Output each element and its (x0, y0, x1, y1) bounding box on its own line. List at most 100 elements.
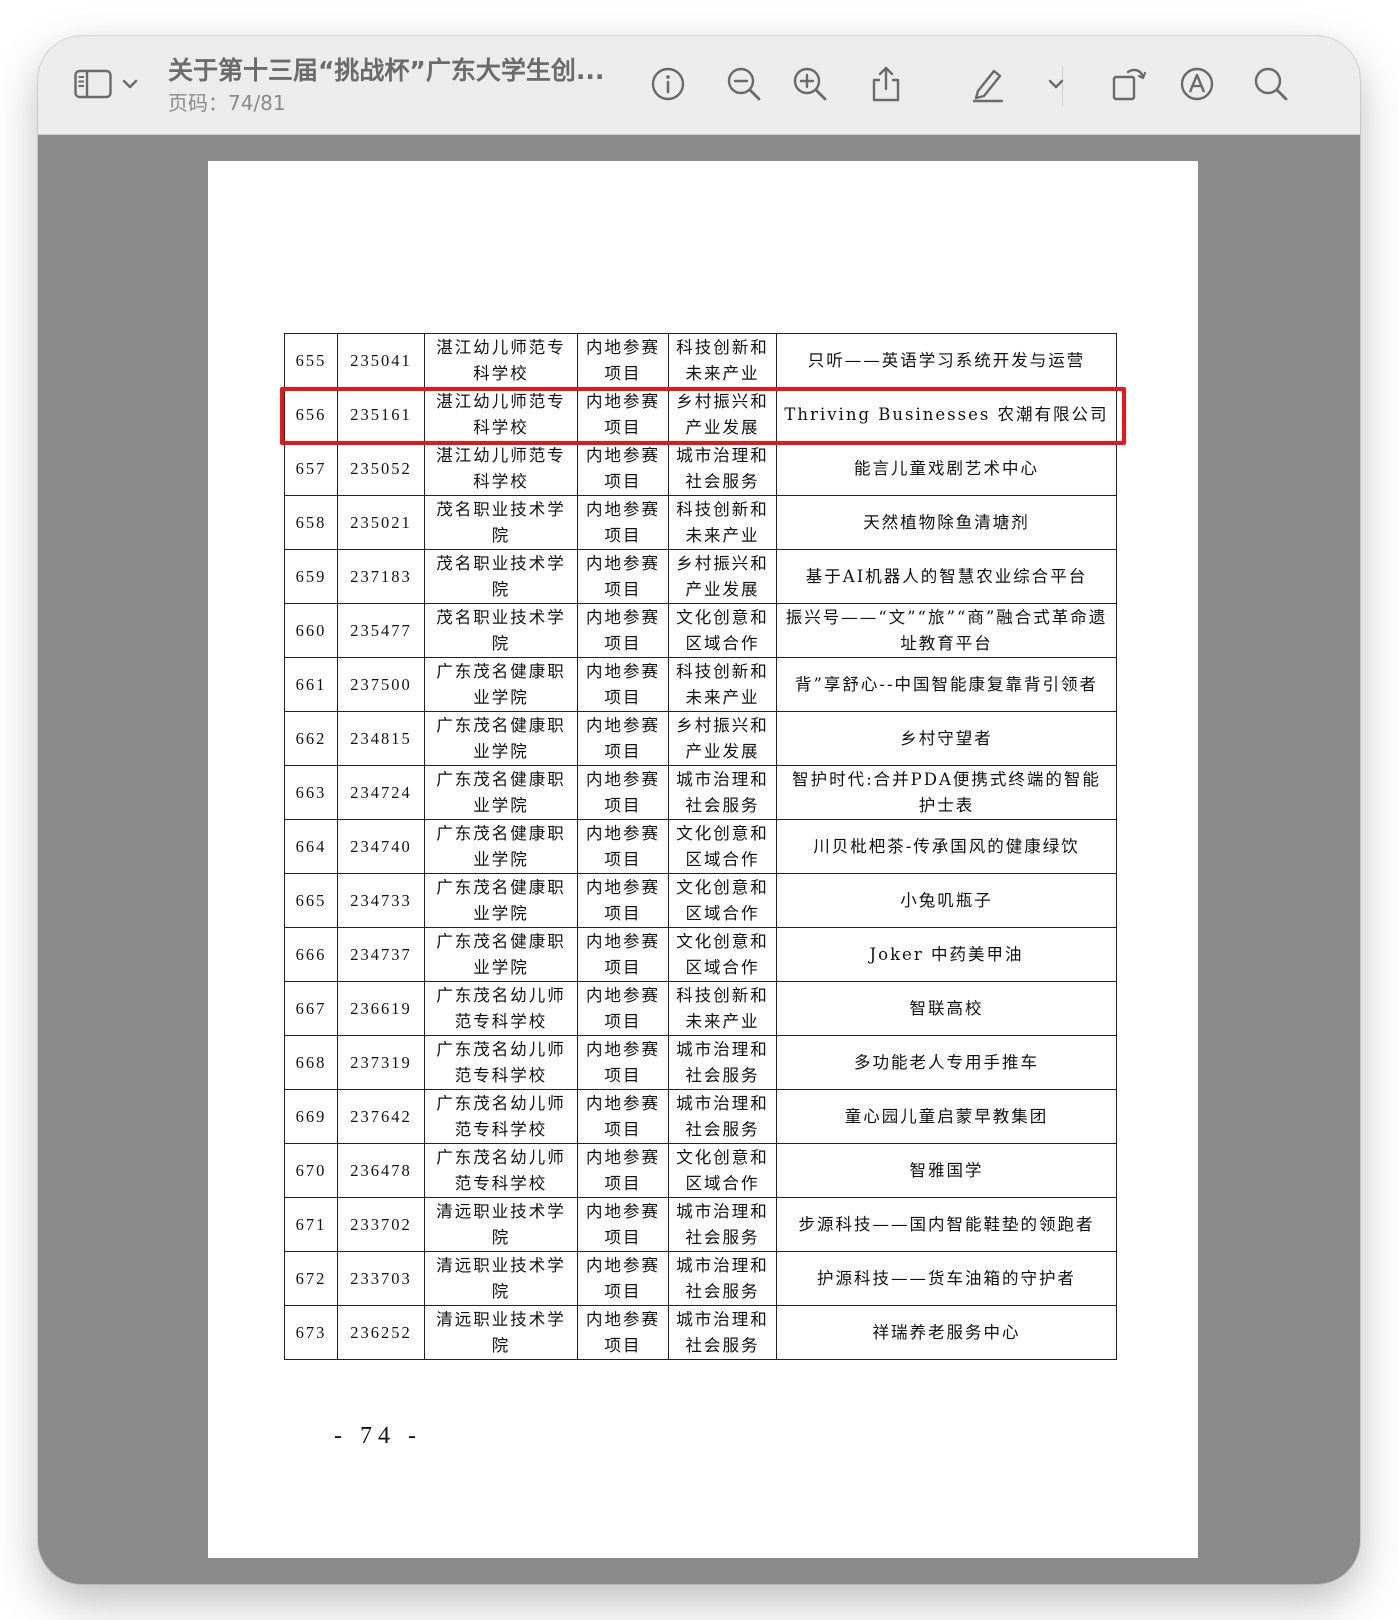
cell-no: 663 (284, 765, 338, 820)
table-row: 655 235041 湛江幼儿师范专科学校 内地参赛项目 科技创新和未来产业 只听——英语… (284, 333, 1117, 388)
cell-code: 235161 (337, 387, 425, 442)
sidebar-icon[interactable] (74, 64, 112, 104)
table-row: 665 234733 广东茂名健康职业学院 内地参赛项目 文化创意和区域合作 小兔叽瓶子 (284, 873, 1117, 928)
cell-school: 清远职业技术学院 (424, 1197, 578, 1252)
cell-code: 234724 (337, 765, 425, 820)
cell-no: 657 (284, 441, 338, 496)
cell-school: 茂名职业技术学院 (424, 603, 578, 658)
cell-no: 656 (284, 387, 338, 442)
cell-project: 振兴号——“文”“旅”“商”融合式革命遗址教育平台 (776, 603, 1117, 658)
cell-school: 茂名职业技术学院 (424, 495, 578, 550)
cell-no: 665 (284, 873, 338, 928)
cell-track: 科技创新和未来产业 (668, 495, 777, 550)
cell-track: 文化创意和区域合作 (668, 927, 777, 982)
cell-code: 237500 (337, 657, 425, 712)
cell-project: 乡村守望者 (776, 711, 1117, 766)
cell-track: 乡村振兴和产业发展 (668, 387, 777, 442)
cell-no: 660 (284, 603, 338, 658)
cell-school: 广东茂名健康职业学院 (424, 765, 578, 820)
cell-project: 童心园儿童启蒙早教集团 (776, 1089, 1117, 1144)
cell-project: Joker 中药美甲油 (776, 927, 1117, 982)
cell-code: 237319 (337, 1035, 425, 1090)
cell-school: 广东茂名健康职业学院 (424, 711, 578, 766)
cell-track: 乡村振兴和产业发展 (668, 711, 777, 766)
cell-track: 城市治理和社会服务 (668, 765, 777, 820)
highlight-pen-icon[interactable] (970, 64, 1006, 104)
table-row: 669 237642 广东茂名幼儿师范专科学校 内地参赛项目 城市治理和社会服务 童心园儿… (284, 1089, 1117, 1144)
cell-project: 多功能老人专用手推车 (776, 1035, 1117, 1090)
cell-type: 内地参赛项目 (577, 981, 669, 1036)
cell-school: 清远职业技术学院 (424, 1251, 578, 1306)
cell-school: 清远职业技术学院 (424, 1305, 578, 1360)
cell-no: 667 (284, 981, 338, 1036)
cell-no: 666 (284, 927, 338, 982)
cell-type: 内地参赛项目 (577, 1089, 669, 1144)
cell-code: 234740 (337, 819, 425, 874)
cell-code: 236478 (337, 1143, 425, 1198)
cell-type: 内地参赛项目 (577, 819, 669, 874)
cell-track: 乡村振兴和产业发展 (668, 549, 777, 604)
markup-icon[interactable] (1178, 64, 1216, 104)
cell-school: 广东茂名幼儿师范专科学校 (424, 1035, 578, 1090)
cell-school: 广东茂名健康职业学院 (424, 927, 578, 982)
info-icon[interactable] (648, 64, 688, 104)
document-page: 655 235041 湛江幼儿师范专科学校 内地参赛项目 科技创新和未来产业 只听——英语… (208, 161, 1198, 1558)
cell-school: 广东茂名幼儿师范专科学校 (424, 981, 578, 1036)
cell-project: 智护时代:合并PDA便携式终端的智能护士表 (776, 765, 1117, 820)
cell-type: 内地参赛项目 (577, 1197, 669, 1252)
cell-project: 背”享舒心--中国智能康复靠背引领者 (776, 657, 1117, 712)
cell-no: 664 (284, 819, 338, 874)
cell-track: 城市治理和社会服务 (668, 1251, 777, 1306)
cell-type: 内地参赛项目 (577, 873, 669, 928)
cell-no: 662 (284, 711, 338, 766)
cell-school: 广东茂名健康职业学院 (424, 657, 578, 712)
table-row: 662 234815 广东茂名健康职业学院 内地参赛项目 乡村振兴和产业发展 乡村守望者 (284, 711, 1117, 766)
cell-type: 内地参赛项目 (577, 927, 669, 982)
title-block: 关于第十三届“挑战杯”广东大学生创... 页码：74/81 (168, 54, 628, 116)
cell-code: 235052 (337, 441, 425, 496)
cell-school: 广东茂名健康职业学院 (424, 819, 578, 874)
cell-track: 城市治理和社会服务 (668, 1305, 777, 1360)
zoom-out-icon[interactable] (724, 64, 764, 104)
cell-code: 233703 (337, 1251, 425, 1306)
cell-code: 237642 (337, 1089, 425, 1144)
cell-school: 湛江幼儿师范专科学校 (424, 387, 578, 442)
cell-track: 文化创意和区域合作 (668, 603, 777, 658)
cell-type: 内地参赛项目 (577, 765, 669, 820)
document-title: 关于第十三届“挑战杯”广东大学生创... (168, 56, 605, 85)
cell-type: 内地参赛项目 (577, 1251, 669, 1306)
table-row: 666 234737 广东茂名健康职业学院 内地参赛项目 文化创意和区域合作 Joker … (284, 927, 1117, 982)
zoom-in-icon[interactable] (790, 64, 830, 104)
cell-school: 湛江幼儿师范专科学校 (424, 441, 578, 496)
cell-project: 能言儿童戏剧艺术中心 (776, 441, 1117, 496)
cell-track: 城市治理和社会服务 (668, 1089, 777, 1144)
cell-type: 内地参赛项目 (577, 333, 669, 388)
cell-type: 内地参赛项目 (577, 657, 669, 712)
page-indicator: 页码：74/81 (168, 91, 286, 115)
cell-track: 文化创意和区域合作 (668, 873, 777, 928)
table-row: 667 236619 广东茂名幼儿师范专科学校 内地参赛项目 科技创新和未来产业 智联高校 (284, 981, 1117, 1036)
cell-no: 669 (284, 1089, 338, 1144)
share-icon[interactable] (868, 64, 904, 104)
cell-project: Thriving Businesses 农潮有限公司 (776, 387, 1117, 442)
search-icon[interactable] (1252, 64, 1290, 104)
cell-project: 小兔叽瓶子 (776, 873, 1117, 928)
table-row: 671 233702 清远职业技术学院 内地参赛项目 城市治理和社会服务 步源科技——国内… (284, 1197, 1117, 1252)
page-number: - 74 - (334, 1423, 422, 1449)
cell-type: 内地参赛项目 (577, 387, 669, 442)
cell-project: 只听——英语学习系统开发与运营 (776, 333, 1117, 388)
chevron-down-icon[interactable] (1046, 64, 1066, 104)
cell-project: 护源科技——货车油箱的守护者 (776, 1251, 1117, 1306)
table-row: 673 236252 清远职业技术学院 内地参赛项目 城市治理和社会服务 祥瑞养老服务中心 (284, 1305, 1117, 1360)
table-row: 672 233703 清远职业技术学院 内地参赛项目 城市治理和社会服务 护源科技——货车… (284, 1251, 1117, 1306)
cell-school: 广东茂名幼儿师范专科学校 (424, 1143, 578, 1198)
cell-track: 城市治理和社会服务 (668, 441, 777, 496)
chevron-down-icon[interactable] (120, 64, 140, 104)
cell-project: 祥瑞养老服务中心 (776, 1305, 1117, 1360)
cell-no: 670 (284, 1143, 338, 1198)
cell-code: 234733 (337, 873, 425, 928)
rotate-icon[interactable] (1110, 64, 1148, 104)
cell-project: 川贝枇杷茶-传承国风的健康绿饮 (776, 819, 1117, 874)
table-row: 656 235161 湛江幼儿师范专科学校 内地参赛项目 乡村振兴和产业发展 Thrivi… (284, 387, 1117, 442)
cell-type: 内地参赛项目 (577, 549, 669, 604)
